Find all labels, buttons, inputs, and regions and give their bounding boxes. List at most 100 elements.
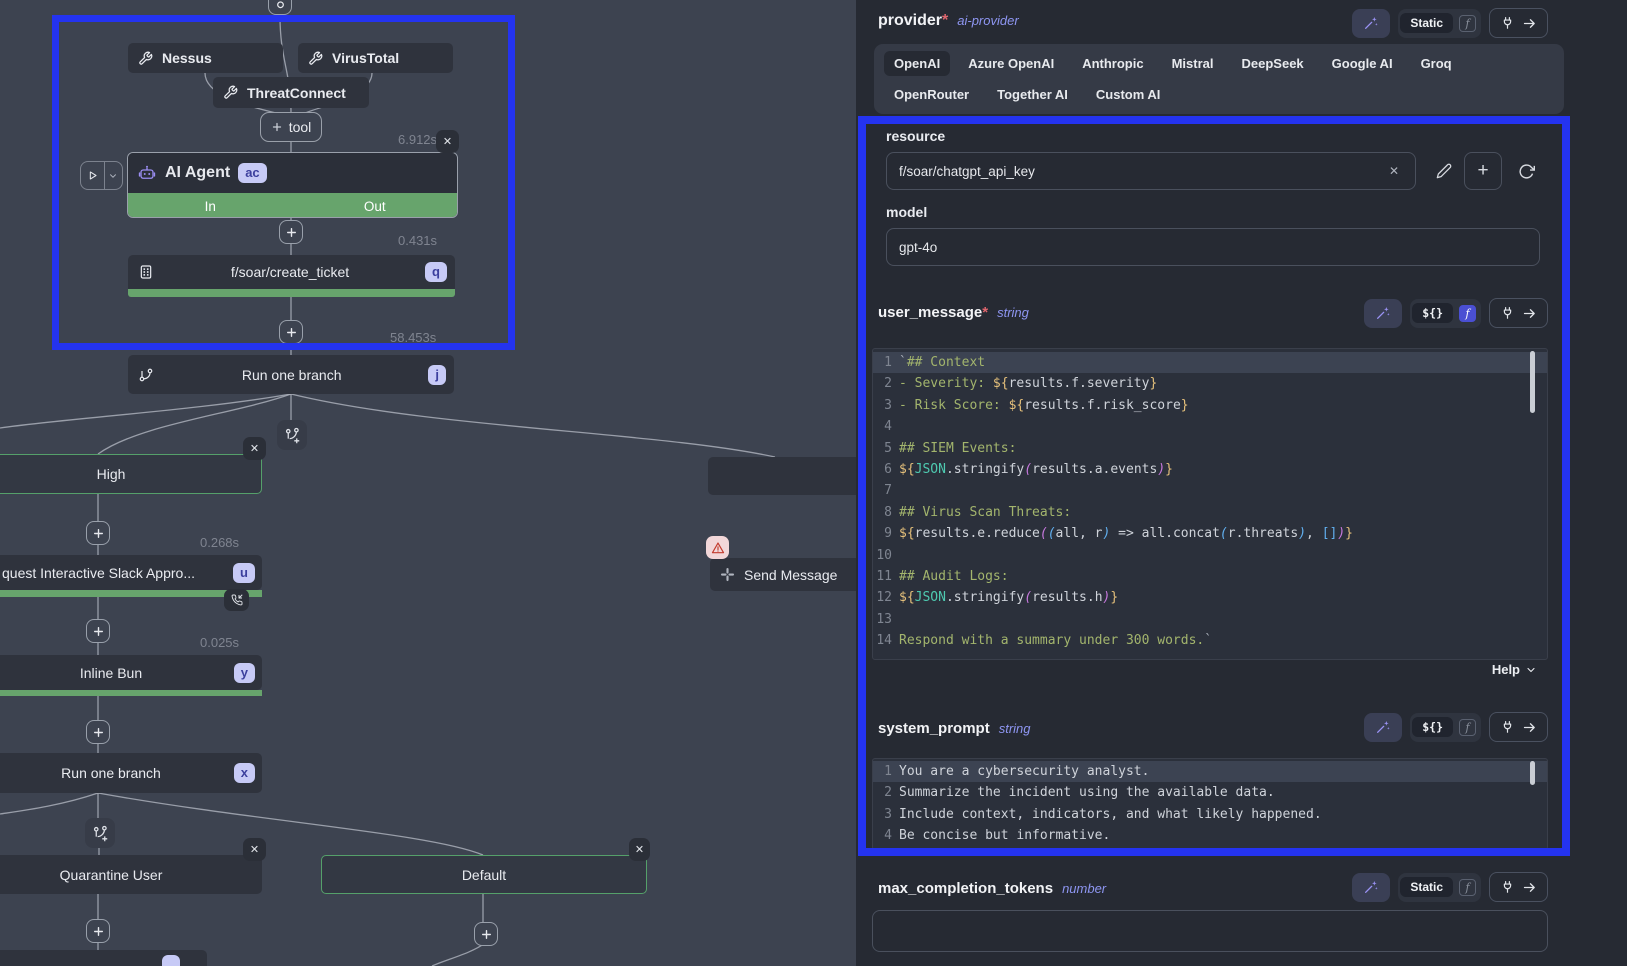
refresh-resources-button[interactable] — [1514, 159, 1538, 183]
editor-scrollbar[interactable] — [1530, 351, 1535, 413]
add-resource-button[interactable]: + — [1464, 152, 1502, 190]
node-inline-bun[interactable]: Inline Bun y — [0, 655, 262, 690]
max-tokens-input[interactable] — [872, 910, 1548, 952]
error-badge[interactable] — [706, 536, 729, 559]
timing-create-ticket: 0.431s — [398, 233, 437, 248]
remove-node-button[interactable]: ✕ — [436, 130, 459, 153]
add-branch-button[interactable] — [277, 420, 307, 450]
function-mode-icon[interactable]: f — [1459, 305, 1476, 322]
arrow-right-icon[interactable] — [1522, 16, 1537, 31]
connect-input-group — [1489, 872, 1548, 902]
edit-resource-button[interactable] — [1432, 159, 1456, 183]
user-message-editor[interactable]: 1`## Context2- Severity: ${results.f.sev… — [872, 348, 1548, 660]
node-virustotal[interactable]: VirusTotal — [298, 43, 453, 73]
mode-static[interactable]: Static — [1400, 13, 1453, 33]
node-run-one-branch-2[interactable]: Run one branch x — [0, 753, 262, 793]
function-mode-icon[interactable]: f — [1459, 879, 1476, 896]
editor-scrollbar[interactable] — [1530, 761, 1535, 785]
required-asterisk: * — [982, 304, 988, 321]
plug-icon[interactable] — [1500, 880, 1515, 895]
ai-fill-button[interactable] — [1352, 873, 1390, 902]
run-step-button[interactable] — [81, 162, 105, 189]
branch-plus-icon — [92, 825, 109, 842]
tab-together-ai[interactable]: Together AI — [987, 82, 1078, 107]
node-create-ticket[interactable]: f/soar/create_ticket q — [128, 255, 455, 289]
tool-port[interactable]: tool — [260, 112, 322, 142]
wrench-icon — [138, 51, 153, 66]
node-quarantine-user[interactable]: Quarantine User — [0, 855, 262, 894]
mode-template[interactable]: ${} — [1412, 717, 1453, 737]
code-line: 4Be concise but informative. — [873, 825, 1547, 846]
add-step-button[interactable] — [279, 220, 303, 244]
node-status-bar — [128, 289, 455, 297]
function-mode-icon[interactable]: f — [1459, 719, 1476, 736]
node-label: ThreatConnect — [247, 85, 346, 101]
script-icon — [138, 264, 154, 280]
node-nessus[interactable]: Nessus — [128, 43, 283, 73]
mode-static[interactable]: Static — [1400, 877, 1453, 897]
shortcut-badge: j — [428, 365, 446, 385]
remove-branch-button[interactable]: ✕ — [629, 838, 650, 861]
arrow-right-icon[interactable] — [1522, 720, 1537, 735]
node-label: Quarantine User — [60, 867, 163, 883]
phone-callback-badge[interactable] — [224, 589, 249, 611]
field-type: string — [997, 305, 1029, 320]
node-slack-approval[interactable]: quest Interactive Slack Appro... u — [0, 555, 262, 590]
tab-azure-openai[interactable]: Azure OpenAI — [958, 51, 1064, 76]
model-input[interactable] — [886, 228, 1540, 266]
node-threatconnect[interactable]: ThreatConnect — [213, 77, 369, 108]
arrow-right-icon[interactable] — [1522, 306, 1537, 321]
tab-openrouter[interactable]: OpenRouter — [884, 82, 979, 107]
out-port[interactable]: Out — [293, 193, 458, 218]
ai-fill-button[interactable] — [1364, 713, 1402, 742]
shortcut-badge: y — [234, 663, 255, 683]
branch-clipped[interactable] — [708, 457, 856, 495]
branch-high[interactable]: High — [0, 454, 262, 494]
remove-branch-button[interactable]: ✕ — [243, 437, 266, 460]
plus-icon — [271, 121, 283, 133]
tab-deepseek[interactable]: DeepSeek — [1232, 51, 1314, 76]
tab-google-ai[interactable]: Google AI — [1322, 51, 1403, 76]
add-branch-button[interactable] — [85, 818, 115, 848]
add-step-button[interactable] — [279, 320, 303, 344]
add-step-button[interactable] — [474, 922, 498, 946]
wrench-icon — [223, 85, 238, 100]
in-port[interactable]: In — [128, 193, 293, 218]
node-ai-agent[interactable]: AI Agent ac In Out — [127, 152, 458, 218]
plug-icon[interactable] — [1500, 16, 1515, 31]
add-step-button[interactable] — [86, 919, 110, 943]
ai-fill-button[interactable] — [1364, 299, 1402, 328]
tab-openai[interactable]: OpenAI — [884, 51, 950, 76]
trigger-anchor[interactable] — [268, 0, 292, 15]
run-options-button[interactable] — [105, 162, 122, 189]
branch-default[interactable]: Default — [321, 855, 647, 894]
tab-anthropic[interactable]: Anthropic — [1072, 51, 1153, 76]
remove-branch-button[interactable]: ✕ — [243, 838, 266, 861]
ai-fill-button[interactable] — [1352, 9, 1390, 38]
workflow-canvas[interactable]: Nessus VirusTotal ThreatConnect tool 6.9… — [0, 0, 856, 966]
slack-icon — [720, 567, 735, 582]
arrow-right-icon[interactable] — [1522, 880, 1537, 895]
tab-mistral[interactable]: Mistral — [1162, 51, 1224, 76]
run-controls — [80, 161, 123, 190]
add-step-button[interactable] — [86, 521, 110, 545]
tab-groq[interactable]: Groq — [1411, 51, 1462, 76]
node-label: Run one branch — [61, 765, 161, 781]
tab-custom-ai[interactable]: Custom AI — [1086, 82, 1171, 107]
add-step-button[interactable] — [86, 619, 110, 643]
code-line: 14Respond with a summary under 300 words… — [873, 630, 1547, 651]
help-menu[interactable]: Help — [1492, 662, 1537, 677]
function-mode-icon[interactable]: f — [1459, 15, 1476, 32]
connect-input-group — [1489, 298, 1548, 328]
plug-icon[interactable] — [1500, 306, 1515, 321]
mode-template[interactable]: ${} — [1412, 303, 1453, 323]
node-run-one-branch-1[interactable]: Run one branch j — [128, 355, 454, 394]
node-send-message[interactable]: Send Message — [710, 558, 856, 591]
node-clipped-bottom[interactable] — [0, 950, 207, 966]
plug-icon[interactable] — [1500, 720, 1515, 735]
system-prompt-editor[interactable]: 1You are a cybersecurity analyst.2Summar… — [872, 758, 1548, 850]
add-step-button[interactable] — [86, 720, 110, 744]
clear-resource-button[interactable]: ✕ — [1386, 163, 1402, 179]
resource-input[interactable] — [886, 152, 1416, 190]
connect-input-group — [1489, 8, 1548, 38]
